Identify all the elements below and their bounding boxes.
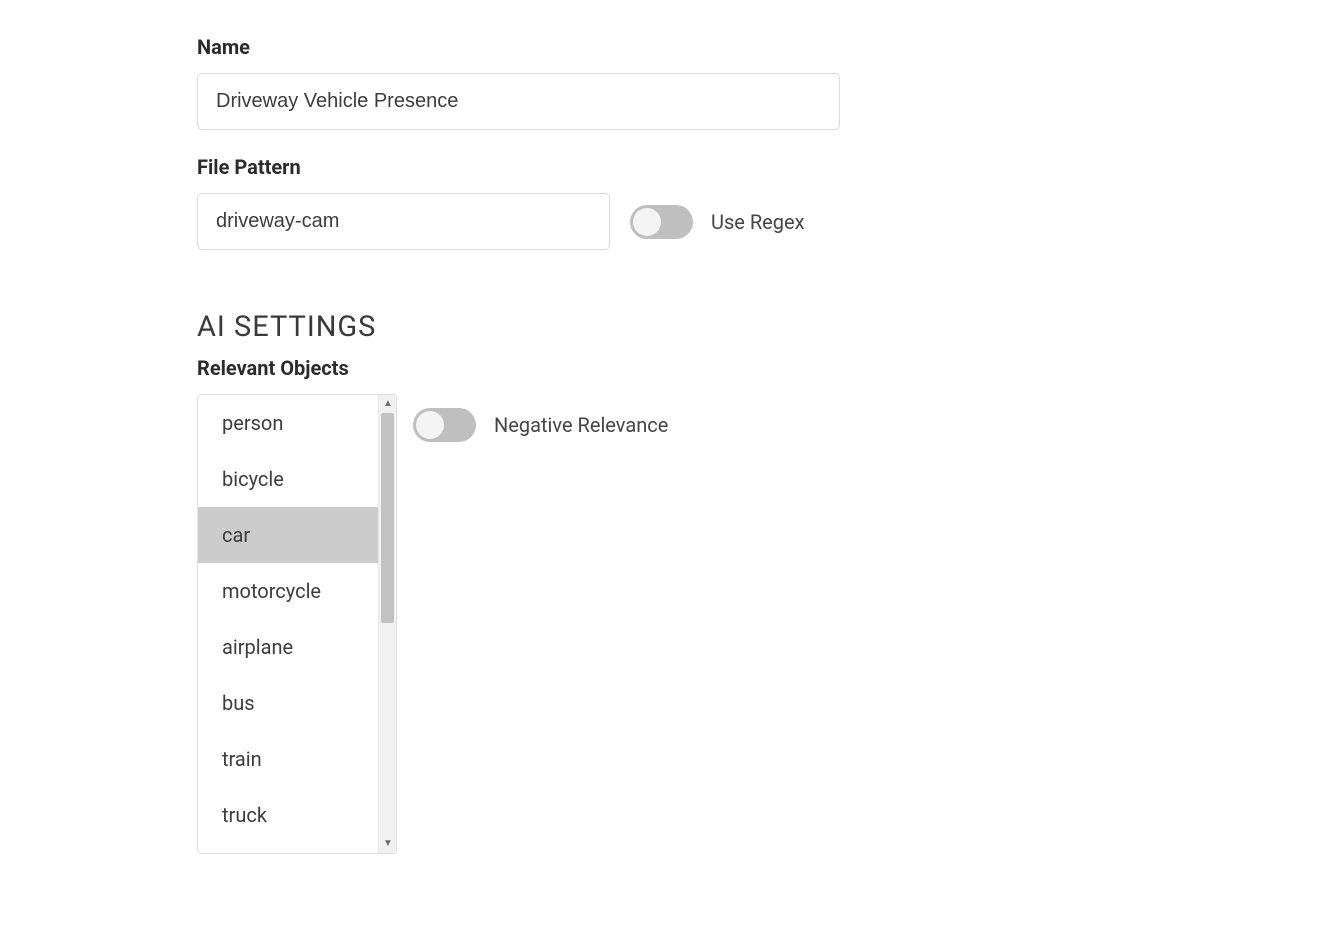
ai-settings-section: AI SETTINGS Relevant Objects personbicyc… [197, 310, 1342, 854]
negative-relevance-label: Negative Relevance [494, 413, 668, 437]
file-pattern-field-group: File Pattern Use Regex [197, 155, 1342, 250]
name-input[interactable] [197, 73, 840, 130]
relevant-objects-label: Relevant Objects [197, 356, 1342, 380]
name-field-group: Name [197, 35, 1342, 130]
file-pattern-input[interactable] [197, 193, 610, 250]
listbox-item-truck[interactable]: truck [198, 787, 378, 843]
listbox-item-train[interactable]: train [198, 731, 378, 787]
listbox-item-person[interactable]: person [198, 395, 378, 451]
listbox-items: personbicyclecarmotorcycleairplanebustra… [198, 395, 378, 853]
listbox-item-airplane[interactable]: airplane [198, 619, 378, 675]
ai-settings-heading: AI SETTINGS [197, 310, 1342, 344]
file-pattern-label: File Pattern [197, 155, 1342, 179]
negative-relevance-toggle-wrap: Negative Relevance [413, 408, 668, 442]
file-pattern-row: Use Regex [197, 193, 1342, 250]
relevant-objects-row: personbicyclecarmotorcycleairplanebustra… [197, 394, 1342, 854]
toggle-knob [416, 411, 444, 439]
scrollbar-thumb[interactable] [381, 413, 394, 623]
relevant-objects-listbox[interactable]: personbicyclecarmotorcycleairplanebustra… [197, 394, 397, 854]
negative-relevance-toggle[interactable] [413, 408, 476, 442]
scrollbar-down-arrow-icon[interactable]: ▼ [379, 835, 397, 853]
listbox-item-motorcycle[interactable]: motorcycle [198, 563, 378, 619]
listbox-scrollbar[interactable]: ▲ ▼ [378, 395, 396, 853]
scrollbar-up-arrow-icon[interactable]: ▲ [379, 395, 397, 413]
use-regex-toggle-wrap: Use Regex [630, 205, 805, 239]
name-label: Name [197, 35, 1342, 59]
listbox-item-bus[interactable]: bus [198, 675, 378, 731]
listbox-item-bicycle[interactable]: bicycle [198, 451, 378, 507]
use-regex-toggle[interactable] [630, 205, 693, 239]
toggle-knob [633, 208, 661, 236]
listbox-item-car[interactable]: car [198, 507, 378, 563]
use-regex-label: Use Regex [711, 210, 805, 234]
